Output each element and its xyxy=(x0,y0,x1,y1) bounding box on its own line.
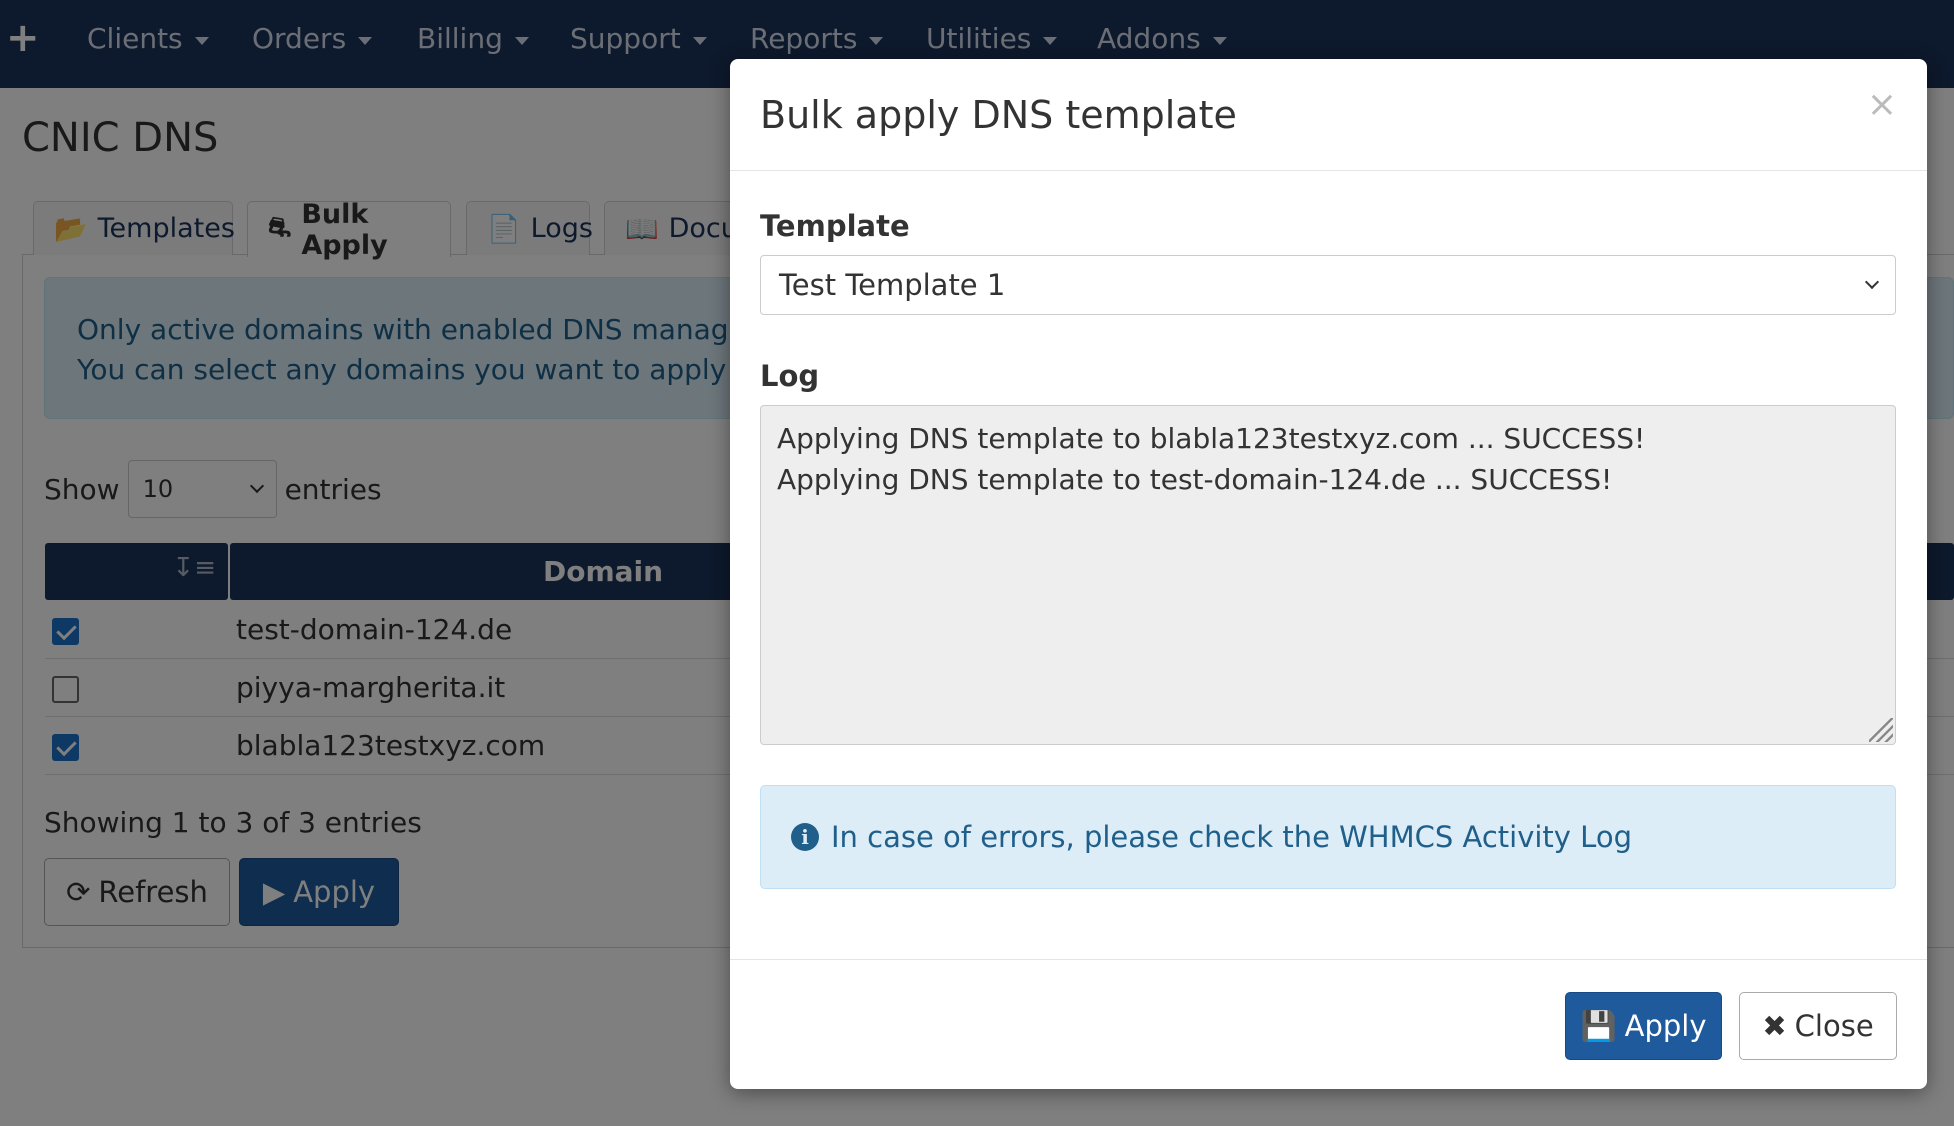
modal-apply-button[interactable]: 💾 Apply xyxy=(1565,992,1722,1060)
log-label: Log xyxy=(760,359,820,393)
log-textarea[interactable]: Applying DNS template to blabla123testxy… xyxy=(760,405,1896,745)
bulk-apply-modal: Bulk apply DNS template × Template Test … xyxy=(730,59,1927,1089)
template-value: Test Template 1 xyxy=(779,268,1006,302)
log-line: Applying DNS template to test-domain-124… xyxy=(777,463,1613,496)
alert-text: In case of errors, please check the WHMC… xyxy=(831,820,1632,854)
modal-header: Bulk apply DNS template × xyxy=(730,59,1927,171)
chevron-down-icon xyxy=(1864,274,1880,290)
resize-handle-icon[interactable] xyxy=(1869,718,1893,742)
log-line: Applying DNS template to blabla123testxy… xyxy=(777,422,1646,455)
times-circle-icon: ✖ xyxy=(1762,1009,1787,1043)
modal-footer: 💾 Apply ✖ Close xyxy=(730,959,1927,1089)
modal-close-button[interactable]: ✖ Close xyxy=(1739,992,1897,1060)
modal-title: Bulk apply DNS template xyxy=(760,93,1237,137)
save-icon: 💾 xyxy=(1580,1008,1617,1043)
close-icon[interactable]: × xyxy=(1867,87,1897,123)
info-circle-icon: i xyxy=(791,823,819,851)
button-label: Apply xyxy=(1624,1009,1707,1043)
template-select[interactable]: Test Template 1 xyxy=(760,255,1896,315)
template-label: Template xyxy=(760,209,910,243)
error-info-alert: i In case of errors, please check the WH… xyxy=(760,785,1896,889)
button-label: Close xyxy=(1794,1009,1874,1043)
